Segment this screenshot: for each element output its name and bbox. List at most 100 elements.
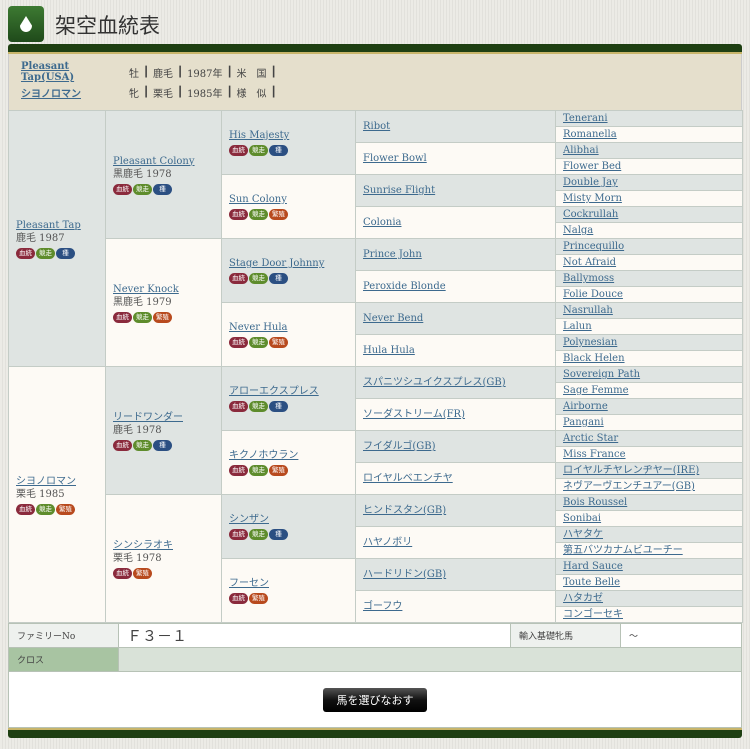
ancestor-link[interactable]: Double Jay <box>563 177 618 188</box>
badge-race[interactable]: 競走 <box>133 439 152 451</box>
badge-race[interactable]: 競走 <box>249 529 268 540</box>
ancestor-link[interactable]: Ribot <box>363 121 390 132</box>
ancestor-link[interactable]: Tenerani <box>563 113 608 124</box>
ancestor-link[interactable]: Flower Bowl <box>363 153 427 164</box>
badge-blood[interactable]: 血統 <box>229 337 248 348</box>
ancestor-link[interactable]: Never Knock <box>113 284 179 295</box>
ancestor-link[interactable]: Peroxide Blonde <box>363 281 446 292</box>
ancestor-link[interactable]: スパニツシユイクスプレス(GB) <box>363 377 506 388</box>
ancestor-link[interactable]: Sunrise Flight <box>363 185 435 196</box>
ancestor-link[interactable]: シヨノロマン <box>16 476 76 487</box>
ancestor-link[interactable]: Flower Bed <box>563 161 621 172</box>
ancestor-link[interactable]: シンザン <box>229 514 269 525</box>
badge-broodmare[interactable]: 繁殖 <box>56 503 75 515</box>
badge-race[interactable]: 競走 <box>133 183 152 195</box>
ancestor-link[interactable]: Nalga <box>563 225 593 236</box>
ancestor-link[interactable]: Arctic Star <box>563 433 618 444</box>
ancestor-link[interactable]: Not Afraid <box>563 257 616 268</box>
badge-broodmare[interactable]: 繁殖 <box>269 209 288 220</box>
badge-race[interactable]: 競走 <box>36 503 55 515</box>
ancestor-link[interactable]: ヒンドスタン(GB) <box>363 505 446 516</box>
badge-race[interactable]: 競走 <box>249 337 268 348</box>
badge-race[interactable]: 競走 <box>133 311 152 323</box>
ancestor-link[interactable]: シンシラオキ <box>113 540 173 551</box>
ancestor-link[interactable]: Stage Door Johnny <box>229 258 324 269</box>
badge-blood[interactable]: 血統 <box>113 183 132 195</box>
dam-link[interactable]: シヨノロマン <box>21 85 125 100</box>
ancestor-link[interactable]: Hula Hula <box>363 345 415 356</box>
ancestor-link[interactable]: Never Hula <box>229 322 288 333</box>
badge-blood[interactable]: 血統 <box>113 311 132 323</box>
badge-blood[interactable]: 血統 <box>229 593 248 604</box>
ancestor-link[interactable]: ハヤタケ <box>563 529 603 540</box>
ancestor-link[interactable]: Alibhai <box>563 145 599 156</box>
badge-blood[interactable]: 血統 <box>229 209 248 220</box>
ancestor-link[interactable]: Black Helen <box>563 353 625 364</box>
badge-race[interactable]: 競走 <box>249 145 268 156</box>
badge-blood[interactable]: 血統 <box>113 567 132 579</box>
ancestor-link[interactable]: ゴーフウ <box>363 601 402 612</box>
badge-race[interactable]: 競走 <box>249 209 268 220</box>
badge-blood[interactable]: 血統 <box>16 247 35 259</box>
ancestor-link[interactable]: Cockrullah <box>563 209 618 220</box>
ancestor-link[interactable]: ハヤノボリ <box>363 537 412 548</box>
ancestor-link[interactable]: Princequillo <box>563 241 624 252</box>
ancestor-link[interactable]: 第五バツカナムビユーチー <box>563 545 683 556</box>
ancestor-link[interactable]: ロイヤルベエンチヤ <box>363 473 453 484</box>
badge-blood[interactable]: 血統 <box>229 401 248 412</box>
ancestor-link[interactable]: Pleasant Colony <box>113 156 195 167</box>
ancestor-link[interactable]: フーセン <box>229 578 269 589</box>
ancestor-link[interactable]: Pleasant Tap <box>16 220 81 231</box>
ancestor-link[interactable]: Bois Roussel <box>563 497 627 508</box>
ancestor-link[interactable]: リードワンダー <box>113 412 183 423</box>
ancestor-link[interactable]: ソーダストリーム(FR) <box>363 409 465 420</box>
badge-race[interactable]: 競走 <box>249 273 268 284</box>
ancestor-link[interactable]: Lalun <box>563 321 592 332</box>
badge-stud[interactable]: 種 <box>269 145 288 156</box>
ancestor-link[interactable]: His Majesty <box>229 130 289 141</box>
badge-blood[interactable]: 血統 <box>229 273 248 284</box>
badge-race[interactable]: 競走 <box>36 247 55 259</box>
badge-broodmare[interactable]: 繁殖 <box>269 337 288 348</box>
ancestor-link[interactable]: フイダルゴ(GB) <box>363 441 436 452</box>
ancestor-link[interactable]: ロイヤルチヤレンヂヤー(IRE) <box>563 465 699 476</box>
badge-stud[interactable]: 種 <box>56 247 75 259</box>
ancestor-link[interactable]: Colonia <box>363 217 402 228</box>
badge-broodmare[interactable]: 繁殖 <box>269 465 288 476</box>
ancestor-link[interactable]: Sonibai <box>563 513 601 524</box>
ancestor-link[interactable]: Sovereign Path <box>563 369 640 380</box>
ancestor-link[interactable]: Misty Morn <box>563 193 622 204</box>
ancestor-link[interactable]: アローエクスプレス <box>229 386 319 397</box>
ancestor-link[interactable]: Ballymoss <box>563 273 614 284</box>
ancestor-link[interactable]: キクノホウラン <box>229 450 298 461</box>
badge-race[interactable]: 競走 <box>249 401 268 412</box>
badge-race[interactable]: 競走 <box>249 465 268 476</box>
ancestor-link[interactable]: Miss France <box>563 449 626 460</box>
badge-stud[interactable]: 種 <box>269 273 288 284</box>
ancestor-link[interactable]: Sun Colony <box>229 194 287 205</box>
ancestor-link[interactable]: Romanella <box>563 129 617 140</box>
ancestor-link[interactable]: ネヴアーヴエンチユアー(GB) <box>563 481 695 492</box>
ancestor-link[interactable]: コンゴーセキ <box>563 609 623 620</box>
ancestor-link[interactable]: Sage Femme <box>563 385 629 396</box>
ancestor-link[interactable]: Folie Douce <box>563 289 623 300</box>
badge-broodmare[interactable]: 繁殖 <box>249 593 268 604</box>
badge-blood[interactable]: 血統 <box>16 503 35 515</box>
badge-stud[interactable]: 種 <box>269 401 288 412</box>
ancestor-link[interactable]: ハードリドン(GB) <box>363 569 446 580</box>
reselect-horse-button[interactable]: 馬を選びなおす <box>323 687 427 712</box>
ancestor-link[interactable]: Prince John <box>363 249 422 260</box>
ancestor-link[interactable]: Hard Sauce <box>563 561 623 572</box>
ancestor-link[interactable]: Airborne <box>563 401 608 412</box>
badge-blood[interactable]: 血統 <box>113 439 132 451</box>
badge-stud[interactable]: 種 <box>153 183 172 195</box>
badge-broodmare[interactable]: 繁殖 <box>133 567 152 579</box>
sire-link[interactable]: Pleasant Tap(USA) <box>21 61 125 83</box>
badge-stud[interactable]: 種 <box>153 439 172 451</box>
badge-stud[interactable]: 種 <box>269 529 288 540</box>
ancestor-link[interactable]: Pangani <box>563 417 604 428</box>
ancestor-link[interactable]: Toute Belle <box>563 577 620 588</box>
badge-broodmare[interactable]: 繁殖 <box>153 311 172 323</box>
ancestor-link[interactable]: Polynesian <box>563 337 617 348</box>
badge-blood[interactable]: 血統 <box>229 465 248 476</box>
